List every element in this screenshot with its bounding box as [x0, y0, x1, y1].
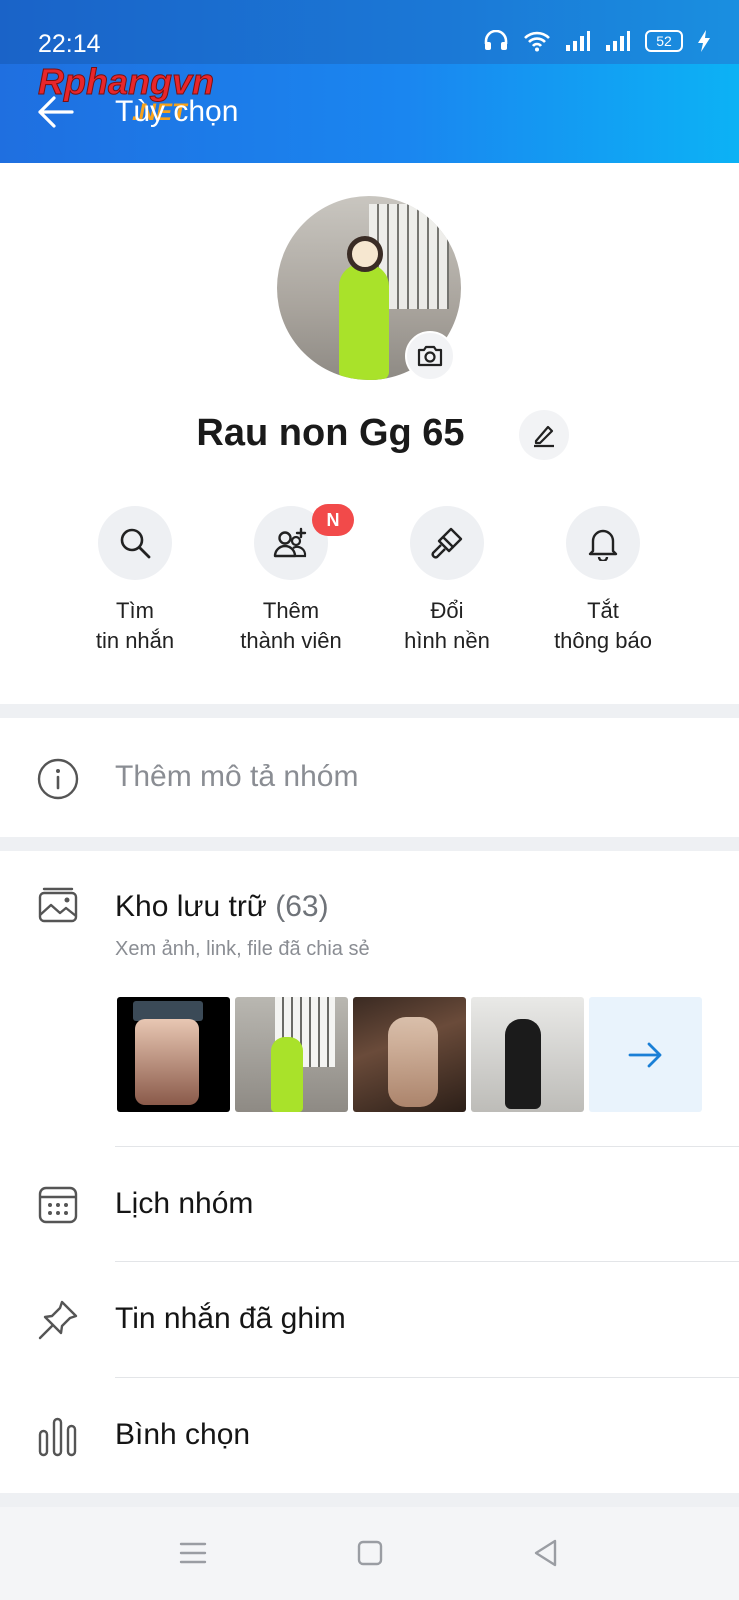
action-label: Tìm tin nhắn: [95, 598, 175, 653]
pin-icon: [38, 1300, 78, 1340]
action-label: Tắt thông báo: [554, 598, 652, 653]
calendar-icon: [38, 1186, 78, 1224]
signal-icon-2: [606, 31, 630, 51]
menu-icon[interactable]: [177, 1537, 209, 1569]
group-name-text: Rau non Gg 65: [196, 412, 465, 454]
row-divider: [115, 1377, 739, 1378]
back-nav-icon[interactable]: [530, 1537, 562, 1569]
back-button[interactable]: [36, 92, 76, 132]
page-title: Tùy chọn: [115, 95, 239, 128]
view-all-media-button[interactable]: [589, 997, 702, 1112]
camera-icon: [417, 345, 443, 367]
action-search-messages[interactable]: Tìm tin nhắn: [55, 506, 215, 656]
headset-icon: [484, 30, 508, 50]
media-thumbnail[interactable]: [353, 997, 466, 1112]
menu-label: Bình chọn: [115, 1418, 251, 1451]
arrow-right-icon: [628, 1042, 661, 1067]
media-thumbnail[interactable]: [235, 997, 348, 1112]
status-time: 22:14: [38, 30, 101, 58]
action-mute-notifications[interactable]: Tắt thông báo: [523, 506, 683, 656]
action-circle: [98, 506, 172, 580]
menu-label: Tin nhắn đã ghim: [115, 1302, 346, 1335]
row-divider: [115, 1146, 739, 1147]
new-badge: N: [312, 504, 354, 536]
add-member-icon: [273, 527, 307, 558]
status-icons: 52: [483, 30, 711, 52]
info-icon: [37, 758, 79, 800]
section-separator: [0, 1493, 739, 1507]
action-add-member[interactable]: N Thêm thành viên: [211, 504, 371, 656]
image-folder-icon: [38, 887, 78, 923]
storage-title: Kho lưu trữ (63): [115, 890, 329, 923]
arrow-left-icon: [38, 96, 74, 128]
bell-icon: [588, 529, 618, 561]
signal-icon: [566, 31, 590, 51]
wifi-icon: [524, 31, 550, 52]
action-circle: N: [254, 504, 354, 580]
group-name: Rau non Gg 65: [0, 412, 739, 455]
battery-indicator: 52: [645, 30, 683, 52]
action-change-wallpaper[interactable]: Đổi hình nền: [367, 506, 527, 656]
media-thumbnail[interactable]: [471, 997, 584, 1112]
action-label: Đổi hình nền: [404, 598, 490, 653]
change-avatar-button[interactable]: [405, 331, 455, 381]
section-separator: [0, 837, 739, 851]
description-placeholder: Thêm mô tả nhóm: [115, 760, 359, 793]
edit-name-button[interactable]: [519, 410, 569, 460]
media-thumbnail[interactable]: [117, 997, 230, 1112]
storage-count: (63): [275, 890, 329, 923]
paint-brush-icon: [431, 527, 463, 559]
status-bar: 22:14 52: [0, 0, 739, 64]
home-icon[interactable]: [354, 1537, 386, 1569]
charging-icon: [698, 30, 710, 52]
pencil-icon: [534, 425, 554, 448]
search-icon: [120, 528, 151, 559]
row-divider: [115, 1261, 739, 1262]
action-circle: [566, 506, 640, 580]
section-separator: [0, 704, 739, 718]
menu-label: Lịch nhóm: [115, 1187, 254, 1220]
storage-subtitle: Xem ảnh, link, file đã chia sẻ: [115, 938, 370, 960]
action-label: Thêm thành viên: [240, 598, 342, 653]
action-circle: [410, 506, 484, 580]
poll-icon: [38, 1417, 77, 1457]
